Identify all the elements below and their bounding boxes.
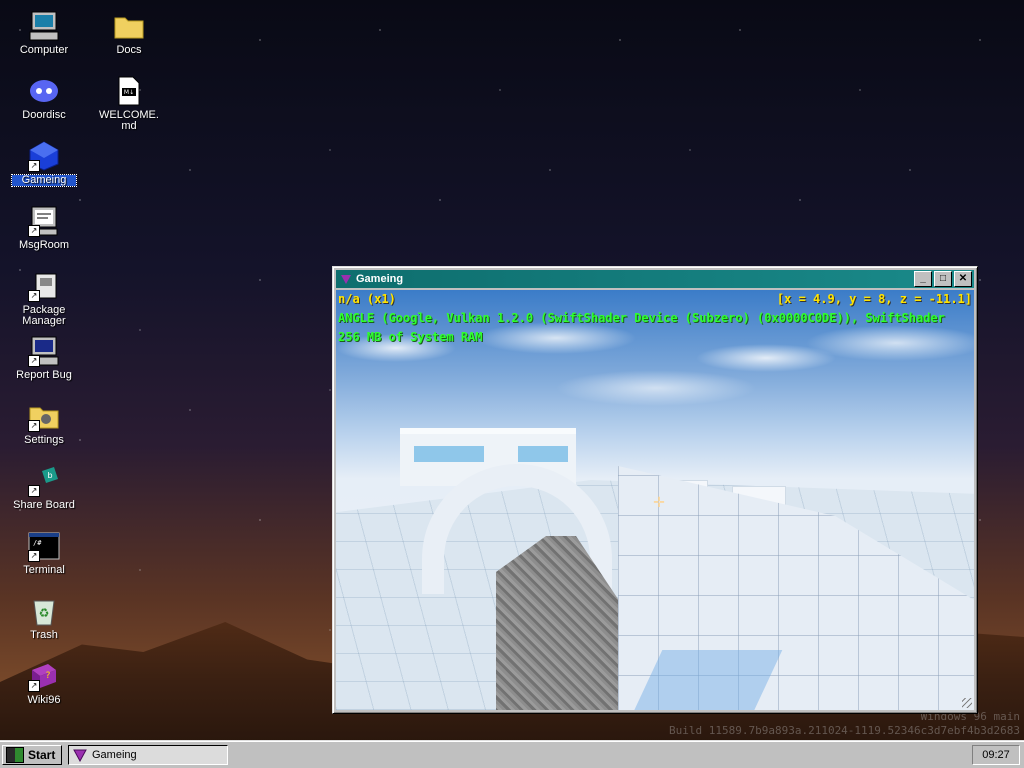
desktop-icon-doordisc[interactable]: Doordisc bbox=[12, 75, 76, 121]
bug-report-icon: ↗ bbox=[28, 335, 60, 367]
desktop-icon-terminal[interactable]: /# ↗ Terminal bbox=[12, 530, 76, 576]
watermark-line-2: Build 11589.7b9a893a.211024-1119.52346c3… bbox=[669, 724, 1020, 737]
desktop-icon-label: Computer bbox=[19, 44, 69, 56]
crosshair-icon: ✛ bbox=[653, 494, 665, 510]
game-cube-icon: ↗ bbox=[28, 140, 60, 172]
package-icon: ↗ bbox=[28, 270, 60, 302]
building-window bbox=[518, 446, 568, 462]
shortcut-arrow-icon: ↗ bbox=[28, 290, 40, 302]
desktop-icon-label: Trash bbox=[30, 629, 58, 641]
shortcut-arrow-icon: ↗ bbox=[28, 355, 40, 367]
desktop-icon-label: Docs bbox=[116, 44, 142, 56]
desktop-icon-label: Wiki96 bbox=[27, 694, 61, 706]
desktop-icon-docs[interactable]: Docs bbox=[97, 10, 161, 56]
shortcut-arrow-icon: ↗ bbox=[28, 550, 40, 562]
window-title: Gameing bbox=[356, 273, 404, 285]
building-window bbox=[414, 446, 484, 462]
svg-text:b: b bbox=[47, 471, 52, 480]
discord-icon bbox=[28, 75, 60, 107]
desktop-icon-package-manager[interactable]: ↗ Package Manager bbox=[12, 270, 76, 327]
hud-renderer: ANGLE (Google, Vulkan 1.2.0 (SwiftShader… bbox=[338, 311, 945, 325]
desktop-icon-label: WELCOME.md bbox=[99, 109, 159, 132]
desktop-icon-label: Share Board bbox=[13, 499, 75, 511]
desktop-icon-label: Gameing bbox=[11, 174, 77, 187]
taskbar-item-label: Gameing bbox=[92, 749, 137, 761]
desktop-icon-label: Terminal bbox=[23, 564, 65, 576]
desktop-icon-wiki96[interactable]: ? ↗ Wiki96 bbox=[12, 660, 76, 706]
desktop-icon-share-board[interactable]: b ↗ Share Board bbox=[12, 465, 76, 511]
game-window[interactable]: Gameing _ □ ✕ ✛ n/a (x1) [x = 4.9, y = 8… bbox=[332, 266, 978, 714]
hud-coords: [x = 4.9, y = 8, z = -11.1] bbox=[776, 292, 972, 306]
wiki-book-icon: ? ↗ bbox=[28, 660, 60, 692]
game-cube-icon bbox=[73, 749, 87, 762]
svg-text:/#: /# bbox=[33, 539, 42, 547]
desktop-icon-label: Report Bug bbox=[16, 369, 72, 381]
chat-computer-icon: ↗ bbox=[28, 205, 60, 237]
shortcut-arrow-icon: ↗ bbox=[28, 160, 40, 172]
resize-grip[interactable] bbox=[962, 698, 972, 708]
terminal-icon: /# ↗ bbox=[28, 530, 60, 562]
minimize-button[interactable]: _ bbox=[914, 271, 932, 287]
hud-memory: 256 MB of System RAM bbox=[338, 330, 483, 344]
desktop-icon-label: MsgRoom bbox=[18, 239, 70, 251]
desktop-icon-settings[interactable]: ↗ Settings bbox=[12, 400, 76, 446]
shortcut-arrow-icon: ↗ bbox=[28, 485, 40, 497]
taskbar: Start Gameing 09:27 bbox=[0, 741, 1024, 768]
start-label: Start bbox=[28, 748, 56, 762]
folder-icon bbox=[113, 10, 145, 42]
build-watermark: Windows 96 main Build 11589.7b9a893a.211… bbox=[669, 710, 1020, 738]
markdown-file-icon: M↓ bbox=[113, 75, 145, 107]
svg-text:?: ? bbox=[46, 671, 51, 681]
settings-folder-icon: ↗ bbox=[28, 400, 60, 432]
start-button[interactable]: Start bbox=[2, 745, 62, 765]
shortcut-arrow-icon: ↗ bbox=[28, 680, 40, 692]
desktop-icon-label: Settings bbox=[24, 434, 64, 446]
recycle-bin-icon: ♻ bbox=[28, 595, 60, 627]
desktop-icon-welcome[interactable]: M↓ WELCOME.md bbox=[97, 75, 161, 132]
game-viewport[interactable]: ✛ n/a (x1) [x = 4.9, y = 8, z = -11.1] A… bbox=[336, 290, 974, 710]
svg-text:♻: ♻ bbox=[39, 606, 50, 620]
game-cube-icon bbox=[341, 275, 351, 284]
desktop-icon-label: Doordisc bbox=[22, 109, 66, 121]
svg-text:M↓: M↓ bbox=[124, 89, 134, 96]
maximize-button[interactable]: □ bbox=[934, 271, 952, 287]
taskbar-item-gameing[interactable]: Gameing bbox=[68, 745, 228, 765]
hud-fps: n/a (x1) bbox=[338, 292, 396, 306]
computer-icon bbox=[28, 10, 60, 42]
close-button[interactable]: ✕ bbox=[954, 271, 972, 287]
shortcut-arrow-icon: ↗ bbox=[28, 225, 40, 237]
desktop-icon-report-bug[interactable]: ↗ Report Bug bbox=[12, 335, 76, 381]
share-board-icon: b ↗ bbox=[28, 465, 60, 497]
desktop-icon-computer[interactable]: Computer bbox=[12, 10, 76, 56]
desktop-icon-msgroom[interactable]: ↗ MsgRoom bbox=[12, 205, 76, 251]
desktop-icon-label: Package Manager bbox=[22, 304, 66, 327]
desktop-icon-gameing[interactable]: ↗ Gameing bbox=[11, 140, 77, 187]
start-logo-icon bbox=[6, 747, 24, 763]
window-titlebar[interactable]: Gameing _ □ ✕ bbox=[336, 270, 974, 288]
desktop-icon-trash[interactable]: ♻ Trash bbox=[12, 595, 76, 641]
taskbar-clock: 09:27 bbox=[972, 745, 1020, 765]
shortcut-arrow-icon: ↗ bbox=[28, 420, 40, 432]
